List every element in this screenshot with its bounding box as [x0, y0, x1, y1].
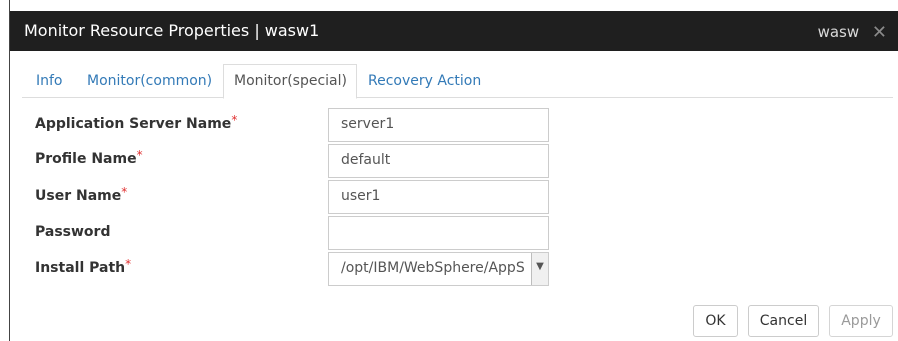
resource-name-label: wasw [817, 23, 860, 41]
install-path-label: Install Path* [35, 257, 132, 276]
monitor-resource-properties-dialog: Monitor Resource Properties | wasw1 wasw… [9, 0, 898, 341]
tab-monitor-special[interactable]: Monitor(special) [223, 64, 357, 99]
close-icon[interactable]: ✕ [872, 22, 887, 43]
password-label: Password [35, 224, 111, 240]
dialog-titlebar: Monitor Resource Properties | wasw1 wasw… [10, 11, 898, 51]
required-mark: * [231, 113, 238, 127]
cancel-button[interactable]: Cancel [748, 305, 819, 337]
titlebar-right: wasw ✕ [817, 21, 887, 43]
tab-monitor-common[interactable]: Monitor(common) [87, 67, 212, 98]
tab-bar: Info Monitor(common) Monitor(special) Re… [22, 64, 893, 99]
tab-recovery-action[interactable]: Recovery Action [368, 67, 481, 98]
user-name-input[interactable]: user1 [328, 180, 549, 214]
install-path-value: /opt/IBM/WebSphere/AppS [341, 260, 525, 276]
required-mark: * [136, 148, 143, 162]
profile-name-label: Profile Name* [35, 148, 143, 167]
user-name-label: User Name* [35, 185, 128, 204]
application-server-name-label: Application Server Name* [35, 113, 238, 132]
application-server-name-input[interactable]: server1 [328, 108, 549, 142]
apply-button[interactable]: Apply [829, 305, 893, 337]
password-input[interactable] [328, 216, 549, 250]
required-mark: * [121, 185, 128, 199]
tab-info[interactable]: Info [36, 67, 63, 98]
profile-name-input[interactable]: default [328, 144, 549, 178]
install-path-select[interactable]: /opt/IBM/WebSphere/AppS ▼ [328, 252, 549, 286]
dialog-title: Monitor Resource Properties | wasw1 [24, 21, 320, 40]
ok-button[interactable]: OK [693, 305, 738, 337]
chevron-down-icon[interactable]: ▼ [531, 253, 548, 285]
required-mark: * [125, 257, 132, 271]
